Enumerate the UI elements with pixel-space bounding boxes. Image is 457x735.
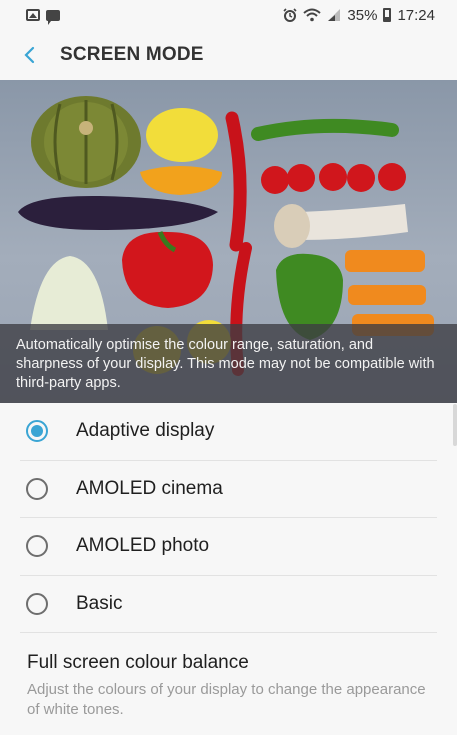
back-button[interactable] xyxy=(0,30,60,80)
preview-image: Automatically optimise the colour range,… xyxy=(0,80,457,403)
option-label: Adaptive display xyxy=(76,420,215,442)
colour-balance-title: Full screen colour balance xyxy=(27,652,249,673)
radio-unselected-icon[interactable] xyxy=(26,535,48,558)
screen-mode-options: Adaptive display AMOLED cinema AMOLED ph… xyxy=(0,403,457,633)
radio-unselected-icon[interactable] xyxy=(26,592,48,615)
alarm-icon xyxy=(283,8,297,22)
back-arrow-icon xyxy=(24,46,35,64)
clock: 17:24 xyxy=(397,6,435,24)
wifi-icon xyxy=(303,8,322,22)
page-title: SCREEN MODE xyxy=(60,44,204,65)
option-amoled-cinema[interactable]: AMOLED cinema xyxy=(20,461,437,518)
colour-balance-description: Adjust the colours of your display to ch… xyxy=(27,681,426,718)
status-left xyxy=(26,9,60,25)
status-right: 35% 17:24 xyxy=(283,7,435,24)
option-adaptive-display[interactable]: Adaptive display xyxy=(20,403,437,461)
option-basic[interactable]: Basic xyxy=(20,576,437,633)
radio-selected-icon[interactable] xyxy=(26,420,48,443)
status-bar: 35% 17:24 xyxy=(0,0,457,30)
option-label: Basic xyxy=(76,592,123,614)
option-label: AMOLED cinema xyxy=(76,477,223,499)
radio-unselected-icon[interactable] xyxy=(26,477,48,500)
option-amoled-photo[interactable]: AMOLED photo xyxy=(20,518,437,576)
app-header: SCREEN MODE xyxy=(0,30,457,80)
gallery-icon xyxy=(26,9,40,21)
preview-caption: Automatically optimise the colour range,… xyxy=(0,324,457,403)
battery-icon xyxy=(383,8,392,22)
option-label: AMOLED photo xyxy=(76,535,210,557)
colour-balance-setting[interactable]: Full screen colour balance Adjust the co… xyxy=(27,652,437,720)
message-icon xyxy=(46,9,60,25)
battery-percent: 35% xyxy=(347,6,378,24)
signal-icon xyxy=(328,9,341,21)
